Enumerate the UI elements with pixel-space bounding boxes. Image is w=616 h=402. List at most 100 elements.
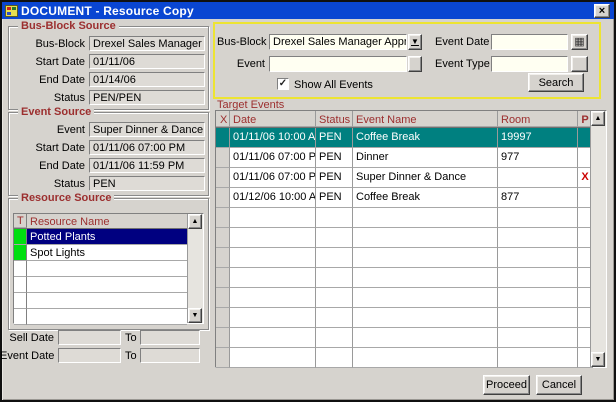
resource-flag-cell[interactable] xyxy=(14,229,27,245)
bus-block-source-title: Bus-Block Source xyxy=(18,20,119,32)
end-date-label: End Date xyxy=(9,74,85,86)
search-event-date-field[interactable] xyxy=(491,34,568,50)
event-status-label: Status xyxy=(9,178,85,190)
resource-table: T Resource Name Potted Plants Spot Light… xyxy=(13,213,204,324)
search-event-type-field[interactable] xyxy=(491,56,568,72)
resource-name-cell[interactable]: Spot Lights xyxy=(27,245,187,261)
search-bus-block-label: Bus-Block xyxy=(217,36,265,48)
bus-block-dropdown-button[interactable]: ▼ xyxy=(408,34,422,50)
event-label: Event xyxy=(9,124,85,136)
status-label: Status xyxy=(9,92,85,104)
resource-col-name: Resource Name xyxy=(27,214,187,228)
chevron-down-icon: ▼ xyxy=(411,38,419,46)
resource-row-empty[interactable] xyxy=(14,277,203,293)
cell-date[interactable]: 01/11/06 07:00 PM xyxy=(230,148,316,168)
row-selector-cell[interactable] xyxy=(216,148,230,168)
table-row[interactable]: 01/11/06 07:00 PM PEN Super Dinner & Dan… xyxy=(216,168,606,188)
table-row[interactable]: 01/11/06 07:00 PM PEN Dinner 977 xyxy=(216,148,606,168)
show-all-events-checkbox[interactable]: ✓ xyxy=(277,78,289,90)
cell-status[interactable]: PEN xyxy=(316,188,353,208)
search-event-label: Event xyxy=(217,58,265,70)
cell-room[interactable]: 977 xyxy=(498,148,578,168)
cell-status[interactable]: PEN xyxy=(316,128,353,148)
status-field: PEN/PEN xyxy=(89,90,205,105)
resource-name-cell[interactable]: Potted Plants xyxy=(27,229,187,245)
cell-room[interactable]: 877 xyxy=(498,188,578,208)
titlebar[interactable]: DOCUMENT - Resource Copy × xyxy=(2,2,614,19)
resource-source-title: Resource Source xyxy=(18,192,114,204)
row-selector-cell[interactable] xyxy=(216,168,230,188)
cell-room[interactable] xyxy=(498,168,578,188)
check-icon: ✓ xyxy=(279,78,287,89)
col-x: X xyxy=(216,111,230,127)
event-end-date-field: 01/11/06 11:59 PM xyxy=(89,158,205,173)
app-icon xyxy=(5,5,18,17)
event-source-title: Event Source xyxy=(18,106,94,118)
table-row-empty[interactable] xyxy=(216,228,606,248)
cell-event-name[interactable]: Coffee Break xyxy=(353,128,498,148)
end-date-field: 01/14/06 xyxy=(89,72,205,87)
target-table-scrollbar[interactable]: ▲ ▼ xyxy=(590,111,606,367)
search-bus-block-field[interactable]: Drexel Sales Manager Appreciati xyxy=(269,34,407,50)
event-date-filter-label: Event Date xyxy=(0,350,54,362)
event-start-date-label: Start Date xyxy=(9,142,85,154)
target-events-table: X Date Status Event Name Room P 01/11/06… xyxy=(215,110,607,368)
sell-date-to-label: To xyxy=(125,332,137,344)
cell-event-name[interactable]: Dinner xyxy=(353,148,498,168)
bus-block-source-group: Bus-Block Source Bus-Block Drexel Sales … xyxy=(8,26,209,110)
table-row-empty[interactable] xyxy=(216,288,606,308)
event-lov-button[interactable] xyxy=(408,56,422,72)
row-selector-cell[interactable] xyxy=(216,128,230,148)
scroll-up-icon[interactable]: ▲ xyxy=(188,214,202,229)
cell-date[interactable]: 01/11/06 07:00 PM xyxy=(230,168,316,188)
row-selector-cell[interactable] xyxy=(216,188,230,208)
close-button[interactable]: × xyxy=(594,4,610,18)
scroll-up-icon[interactable]: ▲ xyxy=(591,111,605,126)
cell-event-name[interactable]: Super Dinner & Dance xyxy=(353,168,498,188)
sell-date-to-field[interactable] xyxy=(140,330,200,345)
resource-flag-cell[interactable] xyxy=(14,245,27,261)
col-event-name: Event Name xyxy=(353,111,498,127)
event-date-to-label: To xyxy=(125,350,137,362)
table-row[interactable]: 01/11/06 10:00 AM PEN Coffee Break 19997 xyxy=(216,128,606,148)
sell-date-from-field[interactable] xyxy=(58,330,121,345)
scroll-down-icon[interactable]: ▼ xyxy=(188,308,202,323)
search-event-field[interactable] xyxy=(269,56,407,72)
resource-table-scrollbar[interactable]: ▲ ▼ xyxy=(187,214,203,323)
cell-date[interactable]: 01/11/06 10:00 AM xyxy=(230,128,316,148)
calendar-button[interactable]: ▦ xyxy=(571,34,588,50)
resource-row-empty[interactable] xyxy=(14,261,203,277)
window-title: DOCUMENT - Resource Copy xyxy=(21,4,194,18)
cancel-button[interactable]: Cancel xyxy=(536,375,582,395)
table-row-empty[interactable] xyxy=(216,208,606,228)
event-date-to-field[interactable] xyxy=(140,348,200,363)
resource-col-t: T xyxy=(14,214,27,228)
resource-row[interactable]: Spot Lights xyxy=(14,245,203,261)
close-icon: × xyxy=(599,5,605,17)
table-row-empty[interactable] xyxy=(216,328,606,348)
resource-row-empty[interactable] xyxy=(14,293,203,309)
cell-event-name[interactable]: Coffee Break xyxy=(353,188,498,208)
resource-row-empty[interactable] xyxy=(14,309,203,325)
event-type-lov-button[interactable] xyxy=(571,56,588,72)
event-date-from-field[interactable] xyxy=(58,348,121,363)
table-row-empty[interactable] xyxy=(216,248,606,268)
table-row-empty[interactable] xyxy=(216,308,606,328)
table-row[interactable]: 01/12/06 10:00 AM PEN Coffee Break 877 xyxy=(216,188,606,208)
cell-status[interactable]: PEN xyxy=(316,148,353,168)
search-button[interactable]: Search xyxy=(528,73,584,92)
event-source-group: Event Source Event Super Dinner & Dance … xyxy=(8,112,209,196)
search-event-date-label: Event Date xyxy=(435,36,487,48)
event-status-field: PEN xyxy=(89,176,205,191)
proceed-button[interactable]: Proceed xyxy=(483,375,530,395)
table-row-empty[interactable] xyxy=(216,268,606,288)
resource-row[interactable]: Potted Plants xyxy=(14,229,203,245)
cell-date[interactable]: 01/12/06 10:00 AM xyxy=(230,188,316,208)
cell-status[interactable]: PEN xyxy=(316,168,353,188)
resource-copy-window: DOCUMENT - Resource Copy × Bus-Block Sou… xyxy=(0,0,616,402)
start-date-field: 01/11/06 xyxy=(89,54,205,69)
cell-room[interactable]: 19997 xyxy=(498,128,578,148)
show-all-events-label: Show All Events xyxy=(294,79,373,91)
scroll-down-icon[interactable]: ▼ xyxy=(591,352,605,367)
table-row-empty[interactable] xyxy=(216,348,606,368)
